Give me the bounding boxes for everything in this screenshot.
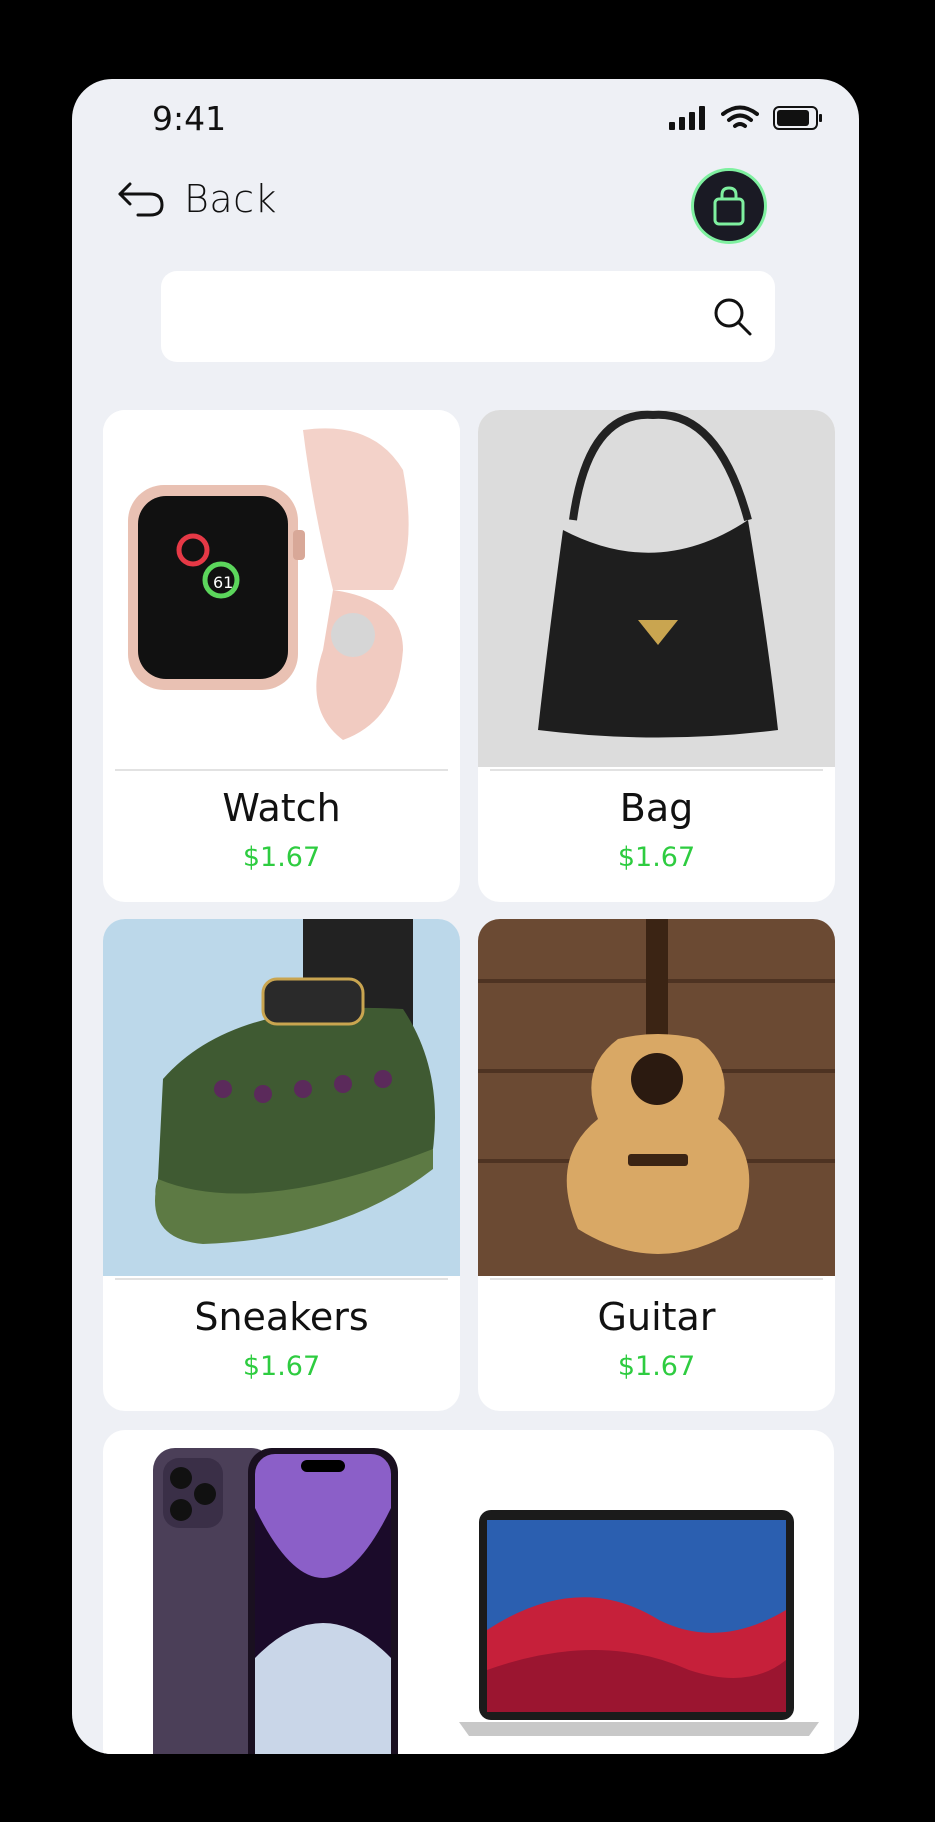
- partial-product-card[interactable]: [103, 1430, 834, 1754]
- product-price: $1.67: [242, 1351, 321, 1382]
- card-divider: [490, 769, 823, 771]
- back-arrow-icon: [118, 182, 164, 217]
- product-image: 61: [103, 410, 460, 767]
- card-divider: [115, 1278, 448, 1280]
- wifi-icon: [721, 105, 759, 128]
- search-bar[interactable]: [161, 271, 775, 362]
- macbook-image: [459, 1510, 819, 1736]
- battery-icon: [773, 106, 822, 130]
- card-divider: [115, 769, 448, 771]
- card-divider: [490, 1278, 823, 1280]
- product-price: $1.67: [242, 842, 321, 873]
- product-image: [478, 410, 835, 767]
- status-time: 9:41: [152, 99, 227, 138]
- shopping-bag-icon: [713, 186, 745, 226]
- signal-icon: [669, 106, 705, 130]
- product-image: [478, 919, 835, 1276]
- product-name: Watch: [222, 786, 341, 830]
- search-icon[interactable]: [713, 297, 753, 337]
- product-name: Guitar: [597, 1295, 716, 1339]
- product-price: $1.67: [617, 1351, 696, 1382]
- iphone-image: [153, 1448, 398, 1754]
- search-input[interactable]: [181, 291, 685, 343]
- watch-image: 61: [103, 410, 460, 767]
- status-icons: [669, 105, 823, 131]
- sneakers-image: [103, 919, 460, 1276]
- bag-image: [478, 410, 835, 767]
- product-image: [103, 919, 460, 1276]
- guitar-image: [478, 919, 835, 1276]
- back-button[interactable]: Back: [116, 177, 277, 221]
- product-price: $1.67: [617, 842, 696, 873]
- product-card[interactable]: Sneakers $1.67: [103, 919, 460, 1411]
- product-card[interactable]: 61 Watch $1.67: [103, 410, 460, 902]
- cart-button[interactable]: [694, 171, 764, 241]
- back-label: Back: [184, 177, 278, 221]
- product-card[interactable]: Guitar $1.67: [478, 919, 835, 1411]
- svg-text:61: 61: [213, 573, 233, 592]
- phone-frame: 9:41 Back 61 Watch $1.67 Bag $1.67 Sneak…: [72, 79, 859, 1754]
- product-name: Bag: [619, 786, 694, 830]
- product-card[interactable]: Bag $1.67: [478, 410, 835, 902]
- product-name: Sneakers: [194, 1295, 369, 1339]
